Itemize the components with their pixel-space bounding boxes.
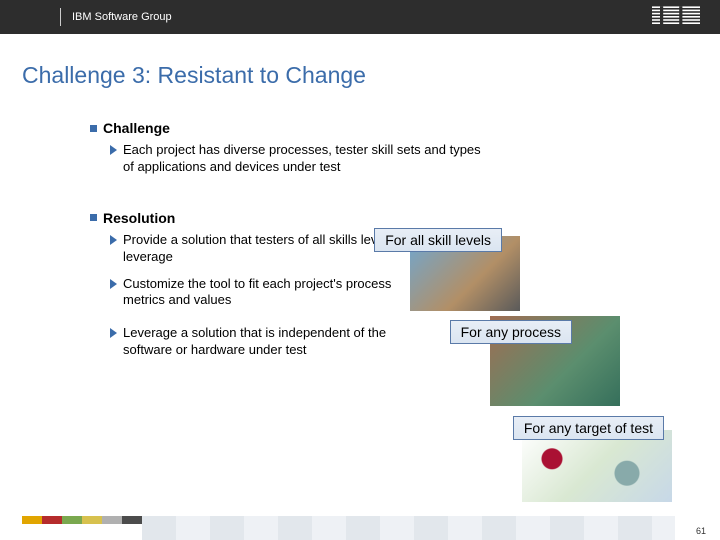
color-block-icon — [42, 516, 62, 524]
challenge-heading: Challenge — [90, 120, 690, 136]
resolution-heading-text: Resolution — [103, 210, 175, 226]
resolution-item-text: Customize the tool to fit each project's… — [123, 276, 420, 310]
page-title: Challenge 3: Resistant to Change — [22, 62, 720, 89]
challenge-item: Each project has diverse processes, test… — [110, 142, 490, 176]
color-block-icon — [62, 516, 82, 524]
triangle-bullet-icon — [110, 235, 117, 245]
content-area: Challenge Each project has diverse proce… — [90, 120, 690, 500]
resolution-item: Leverage a solution that is independent … — [110, 325, 420, 359]
footer: 61 — [0, 516, 720, 540]
square-bullet-icon — [90, 125, 97, 132]
resolution-heading: Resolution — [90, 210, 690, 226]
ibm-logo-icon — [652, 6, 700, 26]
color-block-icon — [22, 516, 42, 524]
challenge-heading-text: Challenge — [103, 120, 170, 136]
triangle-bullet-icon — [110, 145, 117, 155]
challenge-section: Challenge Each project has diverse proce… — [90, 120, 690, 176]
group-label: IBM Software Group — [72, 11, 172, 23]
resolution-item: Customize the tool to fit each project's… — [110, 276, 420, 310]
triangle-bullet-icon — [110, 328, 117, 338]
callout-process: For any process — [450, 320, 572, 344]
illustration-targets — [522, 430, 672, 502]
footer-strip — [142, 516, 675, 540]
triangle-bullet-icon — [110, 279, 117, 289]
callout-skill-levels: For all skill levels — [374, 228, 502, 252]
resolution-item-text: Leverage a solution that is independent … — [123, 325, 420, 359]
challenge-item-text: Each project has diverse processes, test… — [123, 142, 490, 176]
callout-target: For any target of test — [513, 416, 664, 440]
header-bar: IBM Software Group — [0, 0, 720, 34]
color-block-icon — [82, 516, 102, 524]
color-block-icon — [122, 516, 142, 524]
square-bullet-icon — [90, 214, 97, 221]
color-block-icon — [102, 516, 122, 524]
page-number: 61 — [696, 526, 706, 536]
